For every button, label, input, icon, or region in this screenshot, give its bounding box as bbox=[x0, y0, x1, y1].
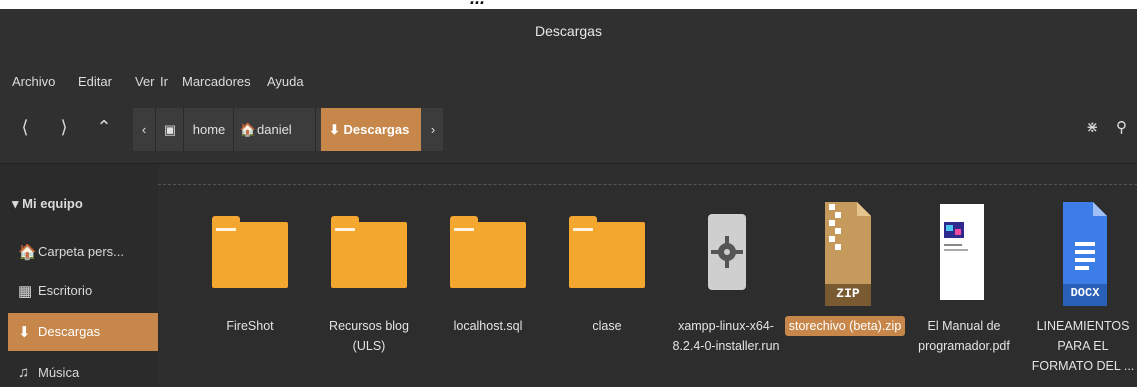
sidebar-item-escritorio[interactable]: ▦ Escritorio bbox=[8, 272, 158, 310]
path-left-arrow-icon[interactable]: ‹ bbox=[133, 108, 155, 151]
menu-archivo[interactable]: Archivo bbox=[12, 74, 55, 89]
crumb-descargas-label: Descargas bbox=[343, 122, 410, 137]
gear-file-icon bbox=[708, 214, 746, 290]
up-icon[interactable]: ⌃ bbox=[93, 117, 115, 143]
divider bbox=[158, 184, 1137, 185]
folder-icon bbox=[569, 216, 645, 288]
menu-ayuda[interactable]: Ayuda bbox=[267, 74, 304, 89]
path-right-arrow-icon[interactable]: › bbox=[425, 108, 441, 151]
folder-icon bbox=[450, 216, 526, 288]
home-icon: 🏠 bbox=[18, 244, 37, 261]
drive-icon[interactable]: ▣ bbox=[157, 108, 183, 151]
file-manager-window: Descargas Archivo Editar Ver Ir Marcador… bbox=[0, 9, 1137, 387]
file-view: FireShot Recursos blog (ULS) localhost.s… bbox=[158, 164, 1137, 387]
zip-badge: ZIP bbox=[836, 286, 860, 301]
search-icon[interactable]: ⚲ bbox=[1116, 118, 1127, 136]
pdf-thumbnail-icon bbox=[940, 204, 984, 300]
sidebar-item-label: Escritorio bbox=[38, 283, 93, 298]
sidebar: ▾ Mi equipo 🏠 Carpeta pers... ▦ Escritor… bbox=[0, 164, 158, 387]
file-item-recursos-blog[interactable]: Recursos blog (ULS) bbox=[309, 200, 429, 387]
menu-editar[interactable]: Editar bbox=[78, 74, 112, 89]
file-item-lineamientos-docx[interactable]: DOCX LINEAMIENTOS PARA EL FORMATO DEL ..… bbox=[1023, 200, 1137, 387]
file-label: storechivo (beta).zip bbox=[785, 316, 905, 336]
menu-ver[interactable]: Ver bbox=[135, 74, 155, 89]
sidebar-item-label: Música bbox=[38, 365, 80, 380]
home-icon: 🏠 bbox=[239, 122, 257, 137]
file-item-clase[interactable]: clase bbox=[547, 200, 667, 387]
toolbar: ⟨ ⟩ ⌃ ‹ ▣ home 🏠 daniel ⬇ Descargas › ⋇ … bbox=[0, 101, 1137, 164]
menu-marcadores[interactable]: Marcadores bbox=[182, 74, 251, 89]
file-label: El Manual de programador.pdf bbox=[918, 319, 1010, 353]
file-label: clase bbox=[592, 319, 622, 333]
strip-text: ... ~ ~ ~ bbox=[470, 0, 532, 9]
collapse-icon: ▾ bbox=[12, 196, 19, 211]
file-item-fireshot[interactable]: FireShot bbox=[190, 200, 310, 387]
downloads-icon: ⬇ bbox=[18, 324, 31, 341]
menu-ir[interactable]: Ir bbox=[160, 74, 168, 89]
sidebar-item-label: Carpeta pers... bbox=[38, 244, 124, 259]
titlebar: Descargas bbox=[0, 9, 1137, 61]
download-icon: ⬇ bbox=[329, 122, 340, 137]
file-label: Recursos blog (ULS) bbox=[329, 319, 409, 353]
file-item-localhost-sql[interactable]: localhost.sql bbox=[428, 200, 548, 387]
file-label: LINEAMIENTOS PARA EL FORMATO DEL ... bbox=[1031, 319, 1135, 373]
folder-icon bbox=[331, 216, 407, 288]
folder-icon bbox=[212, 216, 288, 288]
breadcrumb: ‹ ▣ home 🏠 daniel ⬇ Descargas › bbox=[133, 108, 443, 151]
file-label: localhost.sql bbox=[453, 319, 523, 333]
music-icon: ♫ bbox=[18, 364, 30, 381]
sidebar-section-label: Mi equipo bbox=[22, 196, 83, 211]
forward-icon[interactable]: ⟩ bbox=[53, 117, 75, 143]
file-item-manual-pdf[interactable]: El Manual de programador.pdf bbox=[904, 200, 1024, 387]
crumb-descargas[interactable]: ⬇ Descargas bbox=[321, 108, 421, 151]
back-icon[interactable]: ⟨ bbox=[14, 117, 36, 143]
sidebar-item-label: Descargas bbox=[38, 324, 101, 339]
menubar: Archivo Editar Ver Ir Marcadores Ayuda bbox=[0, 61, 1137, 101]
crumb-home[interactable]: home bbox=[185, 108, 233, 151]
file-label: FireShot bbox=[226, 319, 274, 333]
desktop-icon: ▦ bbox=[18, 283, 33, 300]
file-item-xampp-installer[interactable]: xampp-linux-x64-8.2.4-0-installer.run bbox=[666, 200, 786, 387]
open-terminal-icon[interactable]: ⋇ bbox=[1086, 118, 1099, 136]
sidebar-section-mi-equipo[interactable]: ▾ Mi equipo bbox=[12, 196, 83, 212]
crumb-daniel[interactable]: daniel bbox=[257, 108, 311, 151]
file-item-storechivo-zip[interactable]: ZIP storechivo (beta).zip bbox=[785, 200, 905, 387]
top-image-strip: ... ~ ~ ~ bbox=[0, 0, 1137, 9]
sidebar-item-carpeta-personal[interactable]: 🏠 Carpeta pers... bbox=[8, 233, 158, 271]
docx-badge: DOCX bbox=[1070, 286, 1100, 300]
sidebar-item-descargas[interactable]: ⬇ Descargas bbox=[8, 313, 158, 351]
window-title: Descargas bbox=[535, 23, 602, 39]
sidebar-item-musica[interactable]: ♫ Música bbox=[8, 354, 158, 387]
file-label: xampp-linux-x64-8.2.4-0-installer.run bbox=[672, 319, 780, 353]
